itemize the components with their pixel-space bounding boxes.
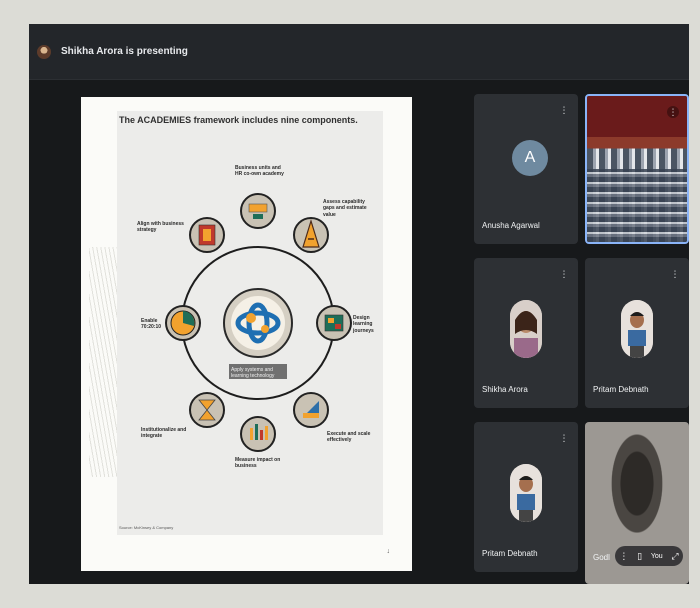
presenter-avatar	[37, 44, 51, 59]
slide-content: The ACADEMIES framework includes nine co…	[117, 111, 383, 535]
node-business-units	[240, 193, 276, 229]
slide-source: Source: McKinsey & Company	[119, 525, 174, 530]
participant-name: Godl	[593, 553, 610, 562]
node-label-design-learning: Design learning journeys	[353, 315, 374, 334]
node-enable-702010	[165, 305, 201, 341]
center-hub	[223, 288, 293, 358]
feather-decoration	[89, 247, 119, 477]
meeting-stage: The ACADEMIES framework includes nine co…	[29, 80, 689, 584]
node-label-assess-capability: Assess capability gaps and estimate valu…	[323, 199, 367, 218]
participant-tile-anusha[interactable]: ⋮ A Anusha Agarwal	[474, 94, 578, 244]
node-label-enable-702010: Enable 70:20:10	[141, 318, 162, 331]
node-execute-scale	[293, 392, 329, 428]
participant-tile-pritam-2[interactable]: ⋮ Pritam Debnath	[474, 422, 578, 572]
profile-photo	[510, 464, 542, 522]
more-vert-icon[interactable]: ⋮	[558, 268, 570, 280]
participant-name: Pritam Debnath	[593, 385, 649, 394]
participant-tile-pritam-1[interactable]: ⋮ Pritam Debnath	[585, 258, 689, 408]
more-vert-icon[interactable]: ⋮	[667, 106, 679, 118]
more-vert-icon[interactable]: ⋮	[558, 432, 570, 444]
more-vert-icon[interactable]: ⋮	[669, 268, 681, 280]
node-label-institutionalize: Institutionalize and integrate	[141, 427, 187, 440]
node-assess-capability	[293, 217, 329, 253]
participant-name: Pritam Debnath	[482, 549, 538, 558]
letter-avatar: A	[512, 140, 548, 176]
participant-name: Anusha Agarwal	[482, 221, 540, 230]
node-measure-impact	[240, 416, 276, 452]
node-label-execute-scale: Execute and scale effectively	[327, 431, 371, 444]
meeting-window: Shikha Arora is presenting The ACADEMIES…	[29, 24, 689, 584]
center-label: Apply systems and learning technology	[231, 367, 275, 380]
you-label: You	[650, 552, 663, 560]
node-design-learning	[316, 305, 352, 341]
participant-tile-self[interactable]: Godl ⋮ ▯ You ⤢	[585, 422, 689, 584]
shared-screen[interactable]: The ACADEMIES framework includes nine co…	[81, 97, 412, 571]
expand-icon[interactable]: ⤢	[671, 551, 678, 561]
presentation-banner: Shikha Arora is presenting	[29, 24, 689, 80]
profile-photo	[510, 300, 542, 358]
self-view-controls: ⋮ ▯ You ⤢	[615, 546, 683, 566]
participant-tile-classroom[interactable]: ⋮	[585, 94, 689, 244]
more-vert-icon[interactable]: ⋮	[558, 104, 570, 116]
more-vert-icon[interactable]: ⋮	[619, 551, 628, 561]
presenter-banner-text: Shikha Arora is presenting	[61, 46, 188, 57]
node-label-business-units: Business units and HR co-own academy	[235, 165, 284, 178]
node-align-strategy	[189, 217, 225, 253]
node-label-align-strategy: Align with business strategy	[137, 221, 184, 234]
pin-icon[interactable]: ▯	[637, 551, 642, 561]
node-institutionalize	[189, 392, 225, 428]
node-label-measure-impact: Measure impact on business	[235, 457, 281, 470]
participant-name: Shikha Arora	[482, 385, 528, 394]
participant-tile-shikha[interactable]: ⋮ Shikha Arora	[474, 258, 578, 408]
slide-page-mark: ↓	[386, 548, 391, 555]
profile-photo	[621, 300, 653, 358]
